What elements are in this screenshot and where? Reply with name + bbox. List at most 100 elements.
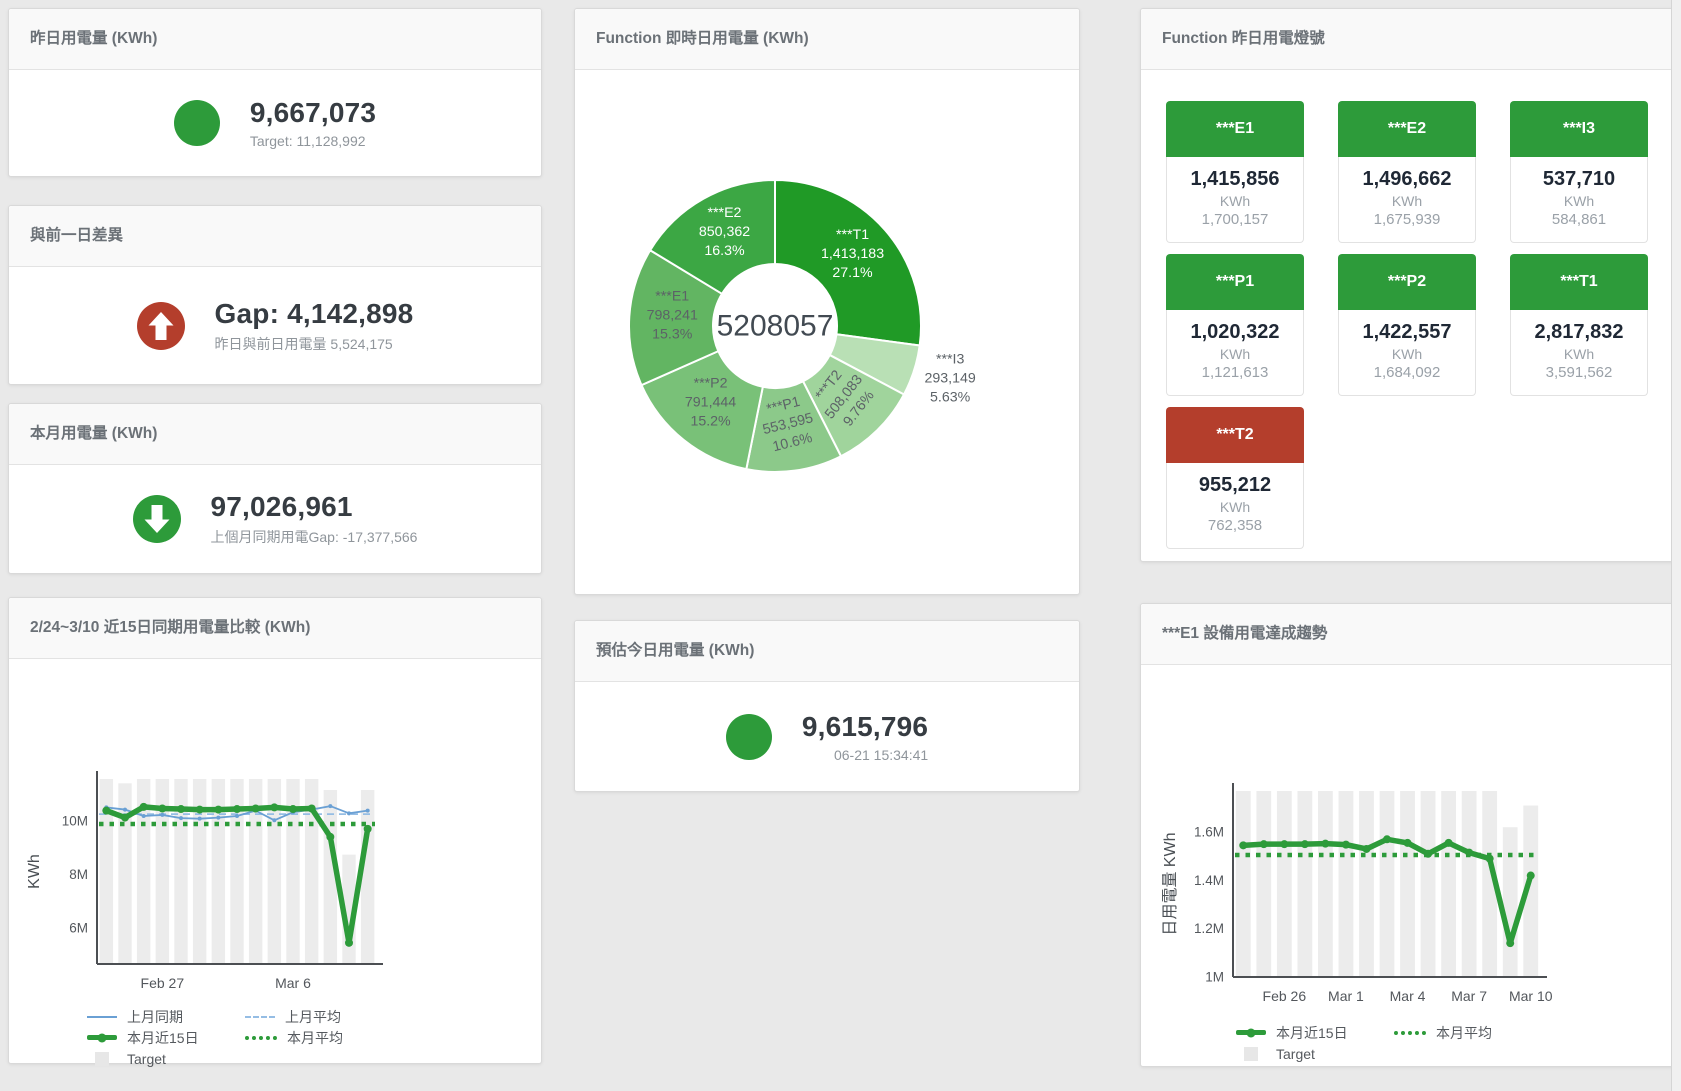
- light-tile-P1: ***P11,020,322KWh1,121,613: [1166, 254, 1304, 396]
- data-point: [1301, 840, 1309, 848]
- legend-label: 上月平均: [285, 1007, 341, 1027]
- arrow-up-circle-icon: [137, 302, 185, 350]
- legend-swatch: [245, 1016, 275, 1018]
- legend-item[interactable]: 上月同期: [87, 1007, 245, 1027]
- light-tile-I3: ***I3537,710KWh584,861: [1510, 101, 1648, 243]
- legend-swatch: [1394, 1031, 1426, 1035]
- stat-value: 97,026,961: [211, 491, 418, 523]
- panel-status-lights: Function 昨日用電燈號 ***E11,415,856KWh1,700,1…: [1140, 8, 1678, 562]
- legend-item[interactable]: 本月平均: [1394, 1023, 1552, 1043]
- light-tile-E1: ***E1 1,415,856 KWh 1,700,157: [1166, 101, 1304, 243]
- comparison-line-chart[interactable]: 6M8M10MFeb 27Mar 6KWh: [9, 659, 529, 999]
- tile-value: 1,020,322: [1167, 321, 1303, 344]
- light-tile-P2: ***P21,422,557KWh1,684,092: [1338, 254, 1476, 396]
- tile-unit: KWh: [1339, 346, 1475, 362]
- panel-diff-prev-day: 與前一日差異 Gap: 4,142,898 昨日與前日用電量 5,524,175: [8, 205, 542, 385]
- legend-item-target[interactable]: Target: [1236, 1046, 1394, 1062]
- data-point: [1321, 840, 1329, 848]
- legend-item[interactable]: 上月平均: [245, 1007, 403, 1027]
- panel-title: 2/24~3/10 近15日同期用電量比較 (KWh): [9, 598, 541, 659]
- tile-unit: KWh: [1167, 499, 1303, 515]
- status-circle-icon: [726, 714, 772, 760]
- panel-title: 本月用電量 (KWh): [9, 404, 541, 465]
- light-tile-T2: ***T2955,212KWh762,358: [1166, 407, 1304, 549]
- data-point: [1465, 849, 1473, 857]
- e1-trend-line-chart[interactable]: 1M1.2M1.4M1.6MFeb 26Mar 1Mar 4Mar 7Mar 1…: [1141, 665, 1671, 1015]
- data-point: [160, 813, 164, 817]
- target-bar: [1256, 791, 1271, 977]
- status-tiles-grid: ***E11,415,856KWh1,700,157***E21,496,662…: [1141, 70, 1677, 549]
- y-axis-tick: 1.6M: [1194, 825, 1224, 840]
- data-point: [272, 818, 276, 822]
- target-bar: [1297, 791, 1312, 977]
- data-point: [345, 939, 353, 947]
- tile-unit: KWh: [1339, 193, 1475, 209]
- panel-title: 昨日用電量 (KWh): [9, 9, 541, 70]
- data-point: [1424, 850, 1432, 858]
- panel-month-usage: 本月用電量 (KWh) 97,026,961 上個月同期用電Gap: -17,3…: [8, 403, 542, 574]
- tile-value: 1,422,557: [1339, 321, 1475, 344]
- panel-title: 預估今日用電量 (KWh): [575, 621, 1079, 682]
- tile-status-header: ***T2: [1166, 407, 1304, 463]
- target-bar: [1359, 791, 1374, 977]
- legend-swatch: [245, 1036, 277, 1040]
- tile-unit: KWh: [1167, 346, 1303, 362]
- legend-item[interactable]: 本月近15日: [87, 1028, 245, 1048]
- legend-item[interactable]: 本月近15日: [1236, 1023, 1394, 1043]
- data-point: [347, 811, 351, 815]
- tile-status-header: ***P1: [1166, 254, 1304, 310]
- data-point: [233, 805, 241, 813]
- legend-item-target[interactable]: Target: [87, 1051, 245, 1067]
- data-point: [1383, 835, 1391, 843]
- data-point: [289, 805, 297, 813]
- tile-value: 1,415,856: [1167, 168, 1303, 191]
- daily-usage-donut-chart[interactable]: ***T11,413,18327.1%***I3293,1495.63%***T…: [575, 70, 1079, 590]
- tile-target: 1,700,157: [1167, 211, 1303, 228]
- light-tile-E2: ***E21,496,662KWh1,675,939: [1338, 101, 1476, 243]
- legend-label: 本月平均: [287, 1028, 343, 1048]
- y-axis-tick: 10M: [62, 813, 88, 828]
- panel-title: 與前一日差異: [9, 206, 541, 267]
- stat-value: 9,667,073: [250, 97, 376, 129]
- data-point: [1239, 841, 1247, 849]
- chart-legend: 上月同期 上月平均本月近15日 本月平均 Target: [87, 1006, 541, 1069]
- x-axis-tick: Feb 27: [141, 975, 185, 991]
- data-point: [1486, 855, 1494, 863]
- tile-status-header: ***E2: [1338, 101, 1476, 157]
- legend-swatch: [87, 1016, 117, 1018]
- stat-timestamp: 06-21 15:34:41: [802, 747, 928, 763]
- data-point: [308, 804, 316, 812]
- tile-target: 1,675,939: [1339, 211, 1475, 228]
- stat-value: 9,615,796: [802, 711, 928, 743]
- tile-target: 3,591,562: [1511, 364, 1647, 381]
- panel-title: ***E1 設備用電達成趨勢: [1141, 604, 1677, 665]
- target-bar: [1380, 791, 1395, 977]
- data-point: [123, 808, 127, 812]
- panel-today-estimate: 預估今日用電量 (KWh) 9,615,796 06-21 15:34:41: [574, 620, 1080, 792]
- stat-subtitle: 上個月同期用電Gap: -17,377,566: [211, 527, 418, 547]
- legend-label: Target: [1276, 1046, 1315, 1062]
- x-axis-tick: Mar 7: [1451, 988, 1487, 1004]
- y-axis-label: KWh: [26, 854, 43, 889]
- legend-item[interactable]: 本月平均: [245, 1028, 403, 1048]
- chart-legend: 本月近15日本月平均 Target: [1236, 1022, 1677, 1064]
- tile-status-header: ***E1: [1166, 101, 1304, 157]
- data-point: [177, 805, 185, 813]
- data-point: [198, 817, 202, 821]
- y-axis-tick: 1.4M: [1194, 873, 1224, 888]
- tile-value: 2,817,832: [1511, 321, 1647, 344]
- scrollbar[interactable]: [1671, 0, 1681, 1091]
- data-point: [1260, 840, 1268, 848]
- tile-unit: KWh: [1167, 193, 1303, 209]
- x-axis-tick: Mar 4: [1390, 988, 1426, 1004]
- data-point: [121, 814, 129, 822]
- pie-slice-label: ***I3293,1495.63%: [925, 351, 976, 405]
- target-bar: [1339, 791, 1354, 977]
- data-point: [158, 804, 166, 812]
- data-point: [1362, 845, 1370, 853]
- x-axis-tick: Mar 6: [275, 975, 311, 991]
- panel-realtime-pie: Function 即時日用電量 (KWh) ***T11,413,18327.1…: [574, 8, 1080, 595]
- data-point: [366, 809, 370, 813]
- data-point: [1445, 839, 1453, 847]
- panel-title: Function 即時日用電量 (KWh): [575, 9, 1079, 70]
